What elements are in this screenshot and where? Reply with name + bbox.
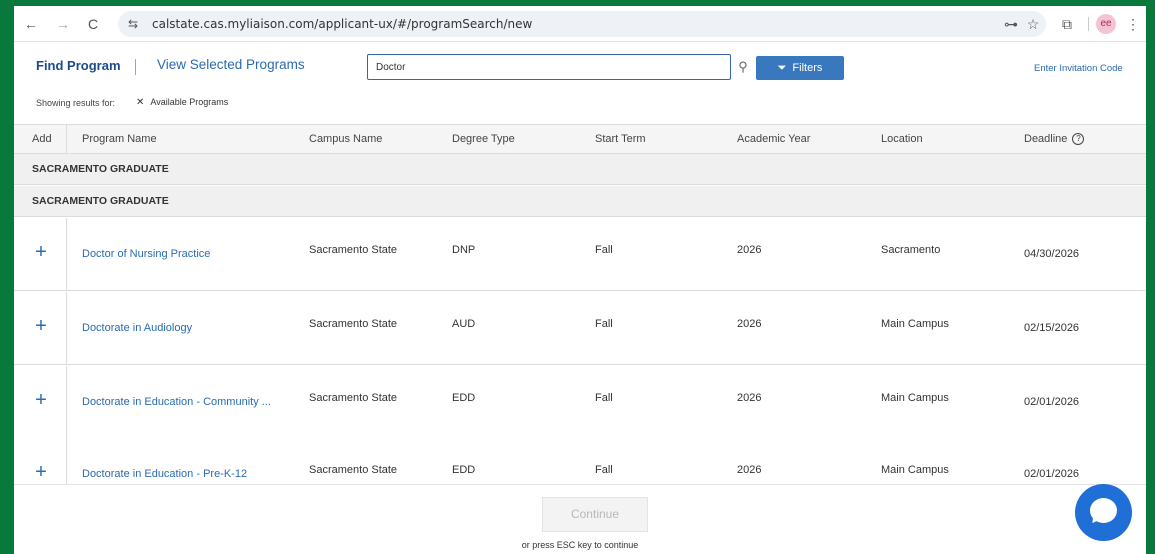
- column-header-program-name[interactable]: Program Name: [82, 125, 157, 154]
- academic-year: 2026: [737, 318, 762, 330]
- location: Main Campus: [881, 392, 949, 404]
- bookmark-star-icon[interactable]: ☆: [1024, 15, 1042, 33]
- esc-hint-text: or press ESC key to continue: [521, 540, 639, 550]
- deadline: 04/30/2026: [1024, 248, 1080, 260]
- academic-year: 2026: [737, 392, 762, 404]
- browser-window: ← → C ⇆ calstate.cas.myliaison.com/appli…: [14, 6, 1146, 554]
- column-header-start-term[interactable]: Start Term: [595, 125, 646, 154]
- start-term: Fall: [595, 244, 613, 256]
- close-icon[interactable]: ✕: [136, 97, 144, 108]
- program-name-link[interactable]: Doctorate in Education - Pre-K-12: [82, 468, 247, 480]
- browser-toolbar: ← → C ⇆ calstate.cas.myliaison.com/appli…: [14, 6, 1146, 42]
- table-row: + Doctorate in Audiology Sacramento Stat…: [14, 292, 1146, 365]
- add-program-button[interactable]: +: [32, 242, 50, 262]
- start-term: Fall: [595, 392, 613, 404]
- degree-type: DNP: [452, 244, 476, 256]
- forward-icon[interactable]: →: [54, 15, 72, 33]
- deadline: 02/15/2026: [1024, 322, 1080, 334]
- program-name-link[interactable]: Doctor of Nursing Practice: [82, 248, 210, 260]
- group-header: SACRAMENTO GRADUATE: [14, 186, 1146, 217]
- column-divider: [66, 218, 67, 290]
- start-term: Fall: [595, 464, 613, 476]
- campus-name: Sacramento State: [309, 464, 398, 476]
- site-settings-icon[interactable]: ⇆: [128, 15, 138, 33]
- column-header-deadline[interactable]: Deadline ?: [1024, 125, 1085, 154]
- filters-button[interactable]: ⏷ Filters: [756, 56, 844, 80]
- deadline: 02/01/2026: [1024, 396, 1080, 408]
- footer-bar: Continue or press ESC key to continue: [14, 484, 1146, 554]
- chat-launcher-button[interactable]: [1075, 484, 1132, 541]
- filter-icon: ⏷: [777, 62, 787, 74]
- reload-icon[interactable]: C: [84, 15, 102, 33]
- deadline: 02/01/2026: [1024, 468, 1080, 480]
- showing-results-label: Showing results for:: [36, 98, 116, 108]
- chip-label: Available Programs: [150, 97, 229, 107]
- url-text[interactable]: calstate.cas.myliaison.com/applicant-ux/…: [152, 11, 532, 37]
- add-program-button[interactable]: +: [32, 390, 50, 410]
- tab-divider: [135, 59, 136, 75]
- column-header-campus-name[interactable]: Campus Name: [309, 125, 382, 154]
- program-name-link[interactable]: Doctorate in Audiology: [82, 322, 192, 334]
- column-header-location[interactable]: Location: [881, 125, 923, 154]
- campus-name: Sacramento State: [309, 318, 398, 330]
- column-header-degree-type[interactable]: Degree Type: [452, 125, 515, 154]
- table-header: Add Program Name Campus Name Degree Type…: [14, 124, 1146, 154]
- campus-name: Sacramento State: [309, 244, 398, 256]
- program-name-link[interactable]: Doctorate in Education - Community ...: [82, 396, 271, 408]
- profile-avatar[interactable]: ee: [1096, 14, 1116, 34]
- start-term: Fall: [595, 318, 613, 330]
- back-icon[interactable]: ←: [22, 15, 40, 33]
- browser-menu-icon[interactable]: ⋮: [1124, 15, 1142, 33]
- help-icon[interactable]: ?: [1072, 133, 1085, 146]
- location: Sacramento: [881, 244, 941, 256]
- search-icon[interactable]: ⚲: [735, 58, 751, 76]
- campus-name: Sacramento State: [309, 392, 398, 404]
- program-search-input[interactable]: [367, 54, 731, 80]
- tab-find-program[interactable]: Find Program: [36, 58, 121, 73]
- tab-view-selected-programs[interactable]: View Selected Programs: [157, 57, 305, 72]
- column-divider: [66, 366, 67, 438]
- address-bar[interactable]: ⇆ calstate.cas.myliaison.com/applicant-u…: [118, 11, 1046, 37]
- deadline-label: Deadline: [1024, 133, 1068, 145]
- filter-chip-available-programs[interactable]: ✕ Available Programs: [136, 97, 228, 108]
- enter-invitation-code-link[interactable]: Enter Invitation Code: [1034, 63, 1123, 74]
- degree-type: EDD: [452, 392, 476, 404]
- add-program-button[interactable]: +: [32, 316, 50, 336]
- column-divider: [66, 292, 67, 364]
- degree-type: EDD: [452, 464, 476, 476]
- add-program-button[interactable]: +: [32, 462, 50, 482]
- location: Main Campus: [881, 318, 949, 330]
- location: Main Campus: [881, 464, 949, 476]
- table-row: + Doctorate in Education - Community ...…: [14, 366, 1146, 439]
- filters-label: Filters: [792, 62, 823, 74]
- academic-year: 2026: [737, 464, 762, 476]
- toolbar-divider: [1088, 17, 1089, 31]
- degree-type: AUD: [452, 318, 476, 330]
- group-header: SACRAMENTO GRADUATE: [14, 154, 1146, 185]
- extensions-icon[interactable]: ⧉: [1058, 15, 1076, 33]
- continue-button[interactable]: Continue: [542, 497, 648, 532]
- column-divider: [66, 125, 67, 154]
- academic-year: 2026: [737, 244, 762, 256]
- table-row: + Doctor of Nursing Practice Sacramento …: [14, 218, 1146, 291]
- password-key-icon[interactable]: ⊶: [1002, 15, 1020, 33]
- column-header-add: Add: [32, 133, 52, 145]
- column-header-academic-year[interactable]: Academic Year: [737, 125, 810, 154]
